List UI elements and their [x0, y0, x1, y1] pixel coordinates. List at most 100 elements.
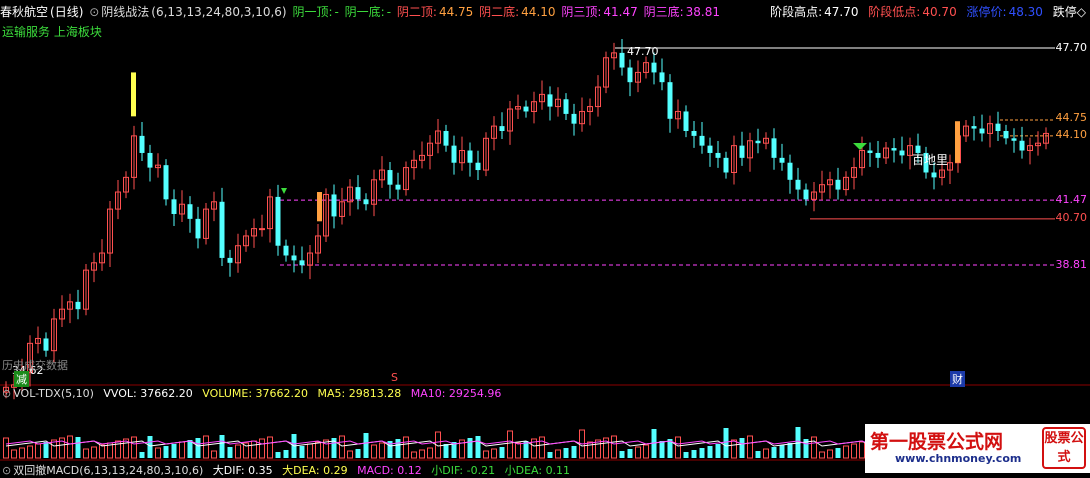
volume-bar [755, 451, 761, 458]
stage-low-label: 阶段低点: [868, 5, 921, 19]
signal-bar [131, 72, 136, 117]
candle-down [795, 179, 801, 190]
volume-bar [171, 444, 177, 458]
volume-bar [363, 433, 369, 458]
volume-bar [3, 437, 9, 459]
volume-bar [563, 448, 569, 458]
volume-bar [683, 452, 689, 458]
period-label[interactable]: (日线) [50, 5, 83, 19]
main-chart[interactable] [0, 0, 1090, 473]
candle-down [875, 152, 881, 158]
volume-bar [827, 449, 833, 459]
candle-down [683, 111, 689, 131]
stock-name[interactable]: 春秋航空 [0, 5, 48, 19]
volume-bar [787, 443, 793, 458]
watermark: 第一股票公式网 www.chnmoney.com 股票公式 [865, 424, 1090, 473]
volume-bar [299, 446, 305, 458]
price-tick-44-75: 44.75 [1055, 111, 1088, 124]
volume-bar [83, 448, 89, 459]
ma5-value: MA5: 29813.28 [317, 387, 402, 400]
macd-indicator-name[interactable]: 双回撤MACD(6,13,13,24,80,3,10,6) [13, 464, 203, 477]
candle-down [547, 94, 553, 107]
volume-bar [739, 438, 745, 458]
volume-bar [443, 444, 449, 458]
candle-down [299, 260, 305, 266]
candle-down [187, 204, 193, 219]
volume-bar [819, 451, 825, 459]
volume-bar [131, 436, 137, 459]
volume-bar [499, 447, 505, 458]
candle-down [563, 99, 569, 114]
volume-bar [163, 446, 169, 458]
candle-down [755, 140, 761, 144]
price-tick-38-81: 38.81 [1055, 258, 1088, 271]
price-tick-47-70: 47.70 [1055, 41, 1088, 54]
candle-down [803, 189, 809, 200]
candle-down [283, 245, 289, 256]
volume-bar [43, 442, 49, 458]
candle-down [779, 157, 785, 163]
mark-jian: 减 [14, 371, 29, 387]
stage-low-value: 40.70 [922, 5, 957, 19]
y1-top-label: 阴一顶: [292, 5, 333, 19]
candle-down [1019, 140, 1025, 151]
volume-bar [27, 445, 33, 459]
volume-bar [491, 448, 497, 459]
volume-bar [707, 446, 713, 458]
volume-bar [851, 443, 857, 459]
volume-bar [571, 446, 577, 458]
y3-top-value: 41.47 [603, 5, 638, 19]
price-tick-41-47: 41.47 [1055, 193, 1088, 206]
volume-bar [195, 438, 201, 458]
limit-up-label: 涨停价: [966, 5, 1007, 19]
candle-down [707, 145, 713, 153]
volume-bar [699, 448, 705, 458]
volume-bar [267, 436, 273, 459]
volume-bar [475, 436, 481, 458]
sector-label[interactable]: 运输服务 上海板块 [2, 23, 102, 40]
volume-bar [155, 447, 161, 459]
volume-bar [419, 449, 425, 459]
volume-dropdown-icon[interactable]: ⊙ [2, 387, 11, 400]
volume-bar [11, 449, 17, 459]
volume-bar [275, 452, 281, 458]
indicator-name[interactable]: 阴线战法 [101, 5, 149, 19]
volume-bar [539, 436, 545, 459]
candle-down [195, 218, 201, 239]
signal-bar [955, 121, 960, 163]
candle-down [715, 152, 721, 158]
volume-bar [235, 444, 241, 459]
candle-down [771, 138, 777, 158]
y2-top-value: 44.75 [438, 5, 474, 19]
candle-down [699, 135, 705, 146]
dropdown-icon[interactable]: ⊙ [89, 5, 99, 19]
candle-down [979, 128, 985, 134]
limit-up-value: 48.30 [1008, 5, 1043, 19]
volume-bar [75, 437, 81, 458]
volume-bar [811, 436, 817, 459]
volume-bar [211, 450, 217, 459]
price-tick-44-10: 44.10 [1055, 128, 1088, 141]
candle-down [659, 72, 665, 83]
y2-bot-value: 44.10 [521, 5, 556, 19]
y1-top-value: - [334, 5, 339, 19]
candle-down [571, 113, 577, 124]
volume-bar [427, 447, 433, 459]
volume-bar [659, 441, 665, 458]
y3-top-label: 阴三顶: [561, 5, 602, 19]
volume-bar [771, 447, 777, 458]
macd-macd: MACD: 0.12 [357, 464, 422, 477]
volume-indicator-name[interactable]: VOL-TDX(5,10) [13, 387, 94, 400]
volume-bar [147, 436, 153, 458]
volume-bar [307, 443, 313, 459]
candle-down [467, 150, 473, 163]
vvol-value: VVOL: 37662.20 [103, 387, 193, 400]
volume-bar [675, 436, 681, 459]
macd-small-dif: 小DIF: -0.21 [431, 464, 496, 477]
candle-down [867, 150, 873, 153]
candle-down [971, 126, 977, 129]
volume-bar [763, 448, 769, 459]
macd-dropdown-icon[interactable]: ⊙ [2, 464, 11, 477]
limit-down-label: 跌停◇ [1052, 5, 1086, 19]
macd-dif: 大DIF: 0.35 [212, 464, 273, 477]
